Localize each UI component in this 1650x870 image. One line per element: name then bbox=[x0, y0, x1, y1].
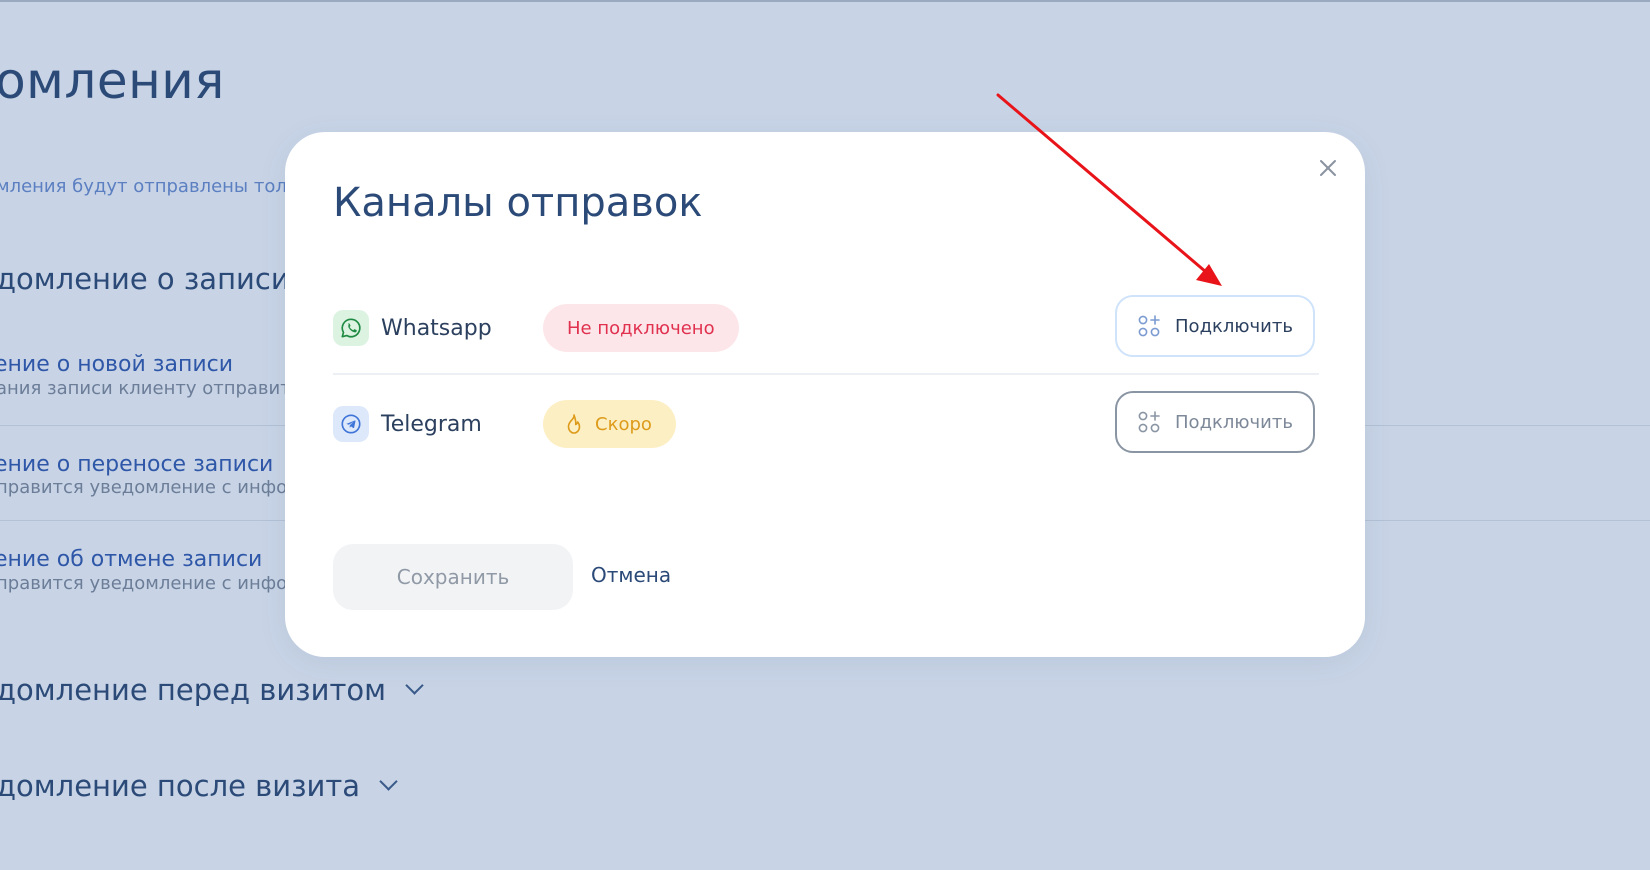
close-button[interactable] bbox=[1314, 154, 1342, 182]
section-record-notification: домление о записи bbox=[0, 262, 290, 296]
telegram-icon bbox=[333, 406, 369, 442]
new-record-item-title: ение о новой записи bbox=[0, 352, 234, 377]
page-title: домления bbox=[0, 52, 225, 110]
connect-button-label: Подключить bbox=[1175, 315, 1293, 337]
save-button[interactable]: Сохранить bbox=[333, 544, 573, 610]
channel-name: Whatsapp bbox=[381, 316, 492, 341]
channels-modal: Каналы отправок Whatsapp Не подключено П… bbox=[285, 132, 1365, 657]
apps-add-icon bbox=[1138, 315, 1160, 337]
connect-telegram-button[interactable]: Подключить bbox=[1115, 391, 1315, 453]
status-badge-label: Скоро bbox=[595, 413, 652, 435]
cancel-item-title: ение об отмене записи bbox=[0, 547, 263, 572]
close-icon bbox=[1320, 160, 1336, 176]
chevron-down-icon bbox=[405, 676, 424, 695]
status-badge: Не подключено bbox=[543, 304, 739, 352]
reschedule-item-title: ение о переносе записи bbox=[0, 452, 274, 477]
chevron-down-icon bbox=[379, 772, 398, 791]
flame-icon bbox=[567, 414, 581, 434]
channel-row-whatsapp: Whatsapp Не подключено Подключить bbox=[333, 292, 1319, 362]
section-before-visit: домление перед визитом bbox=[0, 673, 424, 707]
channel-name: Telegram bbox=[381, 412, 482, 437]
new-record-item-desc: ания записи клиенту отправит bbox=[0, 378, 291, 399]
cancel-item-desc: правится уведомление с инфо bbox=[0, 573, 288, 594]
cancel-button[interactable]: Отмена bbox=[591, 563, 671, 587]
status-badge: Скоро bbox=[543, 400, 676, 448]
section-after-visit: домление после визита bbox=[0, 769, 398, 803]
whatsapp-icon bbox=[333, 310, 369, 346]
section-after-visit-label: домление после визита bbox=[0, 769, 361, 803]
row-divider bbox=[333, 373, 1319, 375]
apps-add-icon bbox=[1138, 411, 1160, 433]
modal-title: Каналы отправок bbox=[333, 180, 703, 226]
connect-button-label: Подключить bbox=[1175, 411, 1293, 433]
section-before-visit-label: домление перед визитом bbox=[0, 673, 386, 707]
connect-whatsapp-button[interactable]: Подключить bbox=[1115, 295, 1315, 357]
save-button-label: Сохранить bbox=[396, 565, 510, 589]
reschedule-item-desc: правится уведомление с инфо bbox=[0, 477, 288, 498]
channel-row-telegram: Telegram Скоро Подключить bbox=[333, 388, 1319, 458]
status-badge-label: Не подключено bbox=[567, 317, 715, 339]
page-subtitle: мления будут отправлены тол bbox=[0, 176, 287, 197]
